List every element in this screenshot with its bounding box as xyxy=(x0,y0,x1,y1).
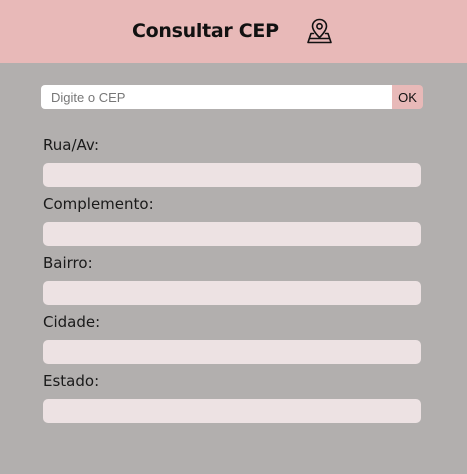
state-label: Estado: xyxy=(43,372,100,390)
street-label: Rua/Av: xyxy=(43,136,99,154)
ok-button[interactable]: OK xyxy=(392,85,423,109)
neighborhood-label: Bairro: xyxy=(43,254,93,272)
city-field[interactable] xyxy=(43,340,421,364)
page-title: Consultar CEP xyxy=(132,20,279,42)
street-field[interactable] xyxy=(43,163,421,187)
city-label: Cidade: xyxy=(43,313,101,331)
map-pin-icon xyxy=(306,17,333,45)
complement-field[interactable] xyxy=(43,222,421,246)
cep-input[interactable] xyxy=(41,85,392,109)
cep-search: OK xyxy=(41,85,423,109)
state-field[interactable] xyxy=(43,399,421,423)
complement-label: Complemento: xyxy=(43,195,154,213)
neighborhood-field[interactable] xyxy=(43,281,421,305)
app-header: Consultar CEP xyxy=(0,0,467,63)
